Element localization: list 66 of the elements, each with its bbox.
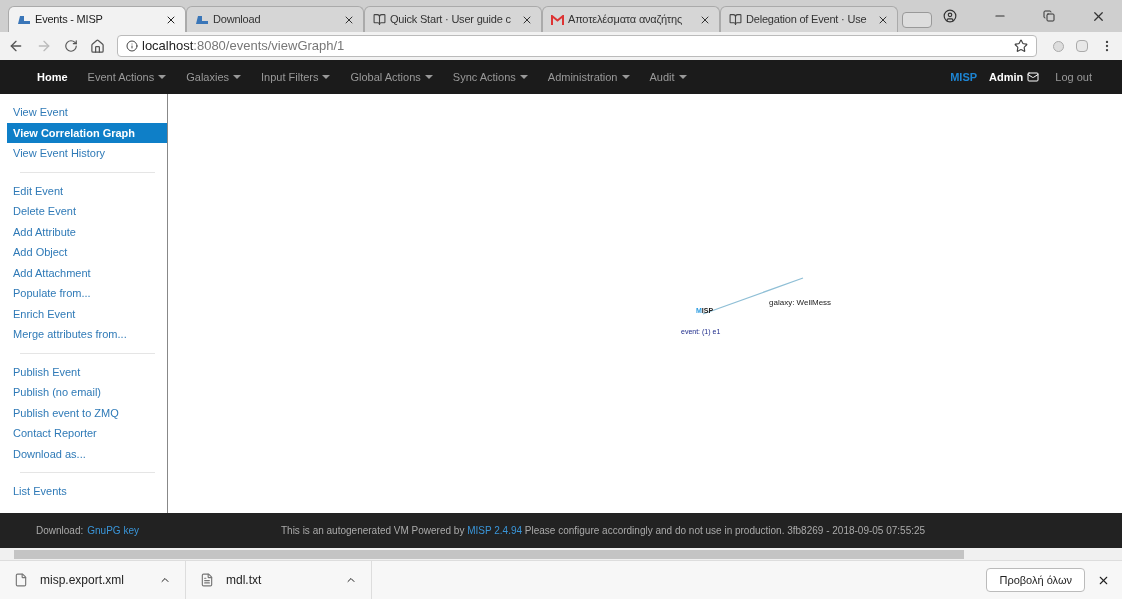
file-icon	[14, 573, 28, 587]
browser-tab[interactable]: Download	[186, 6, 364, 32]
browser-tab[interactable]: Quick Start · User guide c	[364, 6, 542, 32]
logout-link[interactable]: Log out	[1055, 68, 1092, 86]
text-file-icon	[200, 573, 214, 587]
back-icon[interactable]	[8, 38, 24, 54]
tab-title: Events - MISP	[35, 12, 104, 28]
sidebar-item[interactable]: Publish event to ZMQ	[7, 402, 167, 423]
nav-menu-item[interactable]: Galaxies	[186, 68, 241, 86]
nav-menu-item[interactable]: Home	[37, 68, 68, 86]
sidebar-item[interactable]: View Event History	[7, 143, 167, 164]
show-all-button[interactable]: Προβολή όλων	[986, 568, 1085, 592]
sidebar-item[interactable]: Publish Event	[7, 361, 167, 382]
mail-icon[interactable]	[1027, 71, 1040, 83]
sidebar-item[interactable]: View Event	[7, 102, 167, 123]
sidebar-item[interactable]: Download as...	[7, 443, 167, 464]
scrollbar-thumb[interactable]	[14, 549, 964, 559]
nav-menu-item[interactable]: Audit	[649, 68, 687, 86]
sidebar-item[interactable]: Merge attributes from...	[7, 324, 167, 345]
gnupg-key-link[interactable]: GnuPG key	[87, 523, 139, 538]
misp-logo-icon	[17, 14, 31, 25]
restore-icon[interactable]	[1043, 10, 1055, 22]
download-item[interactable]: misp.export.xml	[0, 561, 186, 599]
sidebar-item[interactable]: Add Attachment	[7, 262, 167, 283]
address-field[interactable]: localhost:8080/events/viewGraph/1	[117, 35, 1037, 57]
sidebar-item[interactable]: Contact Reporter	[7, 423, 167, 444]
graph-node-label[interactable]: galaxy: WellMess	[769, 297, 832, 309]
nav-menu-item[interactable]: Sync Actions	[452, 68, 528, 86]
book-icon	[373, 13, 386, 26]
book-icon	[729, 13, 742, 26]
info-icon	[126, 40, 138, 52]
sidebar-item[interactable]: Edit Event	[7, 180, 167, 201]
star-icon[interactable]	[1014, 39, 1028, 53]
reload-icon[interactable]	[64, 39, 78, 53]
file-name: misp.export.xml	[40, 572, 126, 589]
tab-title: Download	[213, 12, 262, 28]
url-text: localhost:8080/events/viewGraph/1	[142, 37, 346, 56]
profile-icon[interactable]	[943, 9, 957, 23]
nav-menu-item[interactable]: Event Actions	[87, 68, 167, 86]
footer-notice: This is an autogenerated VM Powered by MISP 2.4.94 Please configure accordingly and do not use in production. 3fb8269 - 2018-09-05 07:55:25	[280, 524, 926, 538]
sidebar-item[interactable]: Add Object	[7, 242, 167, 263]
user-link[interactable]: Admin	[989, 68, 1024, 86]
misp-logo-icon	[195, 14, 209, 25]
sidebar-item[interactable]: List Events	[7, 481, 167, 502]
nav-menu-item[interactable]: Administration	[547, 68, 630, 86]
sidebar-item[interactable]: Enrich Event	[7, 303, 167, 324]
browser-tab[interactable]: Events - MISP	[8, 6, 186, 32]
sidebar-item[interactable]: Populate from...	[7, 283, 167, 304]
brand-text[interactable]: MISP	[950, 68, 978, 86]
tab-title: Quick Start · User guide c	[390, 12, 512, 28]
footer-download-label: Download:	[36, 524, 84, 538]
nav-menu-item[interactable]: Global Actions	[350, 68, 433, 86]
mail-logo-icon	[551, 14, 564, 25]
misp-version-link[interactable]: MISP 2.4.94	[467, 525, 523, 536]
tab-title: Αποτελέσματα αναζήτης	[568, 12, 684, 28]
browser-tab[interactable]: Delegation of Event · Use	[720, 6, 898, 32]
nav-menu-item[interactable]: Input Filters	[261, 68, 331, 86]
home-icon[interactable]	[90, 38, 105, 54]
browser-tab[interactable]: Αποτελέσματα αναζήτης	[542, 6, 720, 32]
sidebar-item[interactable]: View Correlation Graph	[7, 122, 167, 143]
sidebar-item[interactable]: Add Attribute	[7, 221, 167, 242]
sidebar-item[interactable]: Publish (no email)	[7, 382, 167, 403]
tab-title: Delegation of Event · Use	[746, 12, 868, 28]
sidebar-item[interactable]: Delete Event	[7, 201, 167, 222]
download-item[interactable]: mdl.txt	[186, 561, 372, 599]
file-name: mdl.txt	[226, 572, 263, 589]
